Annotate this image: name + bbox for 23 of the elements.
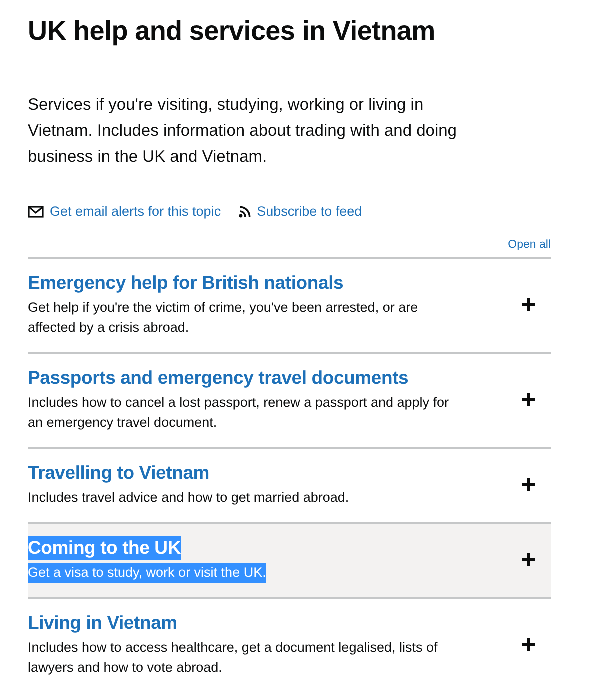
subscribe-feed-link[interactable]: Subscribe to feed (239, 204, 362, 219)
accordion-section[interactable]: Coming to the UK Get a visa to study, work or visit the UK. (28, 522, 551, 597)
section-heading[interactable]: Travelling to Vietnam (28, 461, 210, 485)
plus-icon[interactable] (522, 638, 535, 651)
section-heading[interactable]: Coming to the UK (28, 536, 182, 560)
section-summary: Get help if you're the victim of crime, you've been arrested, or are affected by a crisis abroad. (28, 299, 420, 337)
page-description: Services if you're visiting, studying, working or living in Vietnam. Includes information about trading with and doing business in the UK and Vietnam. (28, 95, 458, 168)
page-title: UK help and services in Vietnam (28, 15, 436, 48)
open-all-link[interactable]: Open all (508, 239, 551, 251)
section-heading[interactable]: Passports and emergency travel documents (28, 366, 409, 390)
section-heading[interactable]: Living in Vietnam (28, 611, 178, 635)
section-summary: Includes how to access healthcare, get a document legalised, lists of lawyers and how to vote abroad. (28, 639, 439, 677)
section-heading[interactable]: Emergency help for British nationals (28, 271, 344, 295)
envelope-icon (28, 206, 44, 218)
email-alerts-link[interactable]: Get email alerts for this topic (28, 204, 222, 219)
plus-icon[interactable] (522, 393, 535, 406)
section-summary: Get a visa to study, work or visit the UK. (28, 563, 266, 583)
plus-icon[interactable] (522, 478, 535, 491)
section-summary: Includes how to cancel a lost passport, renew a passport and apply for an emergency travel document. (28, 394, 450, 432)
plus-icon[interactable] (522, 298, 535, 311)
plus-icon[interactable] (522, 553, 535, 566)
rss-feed-icon (239, 206, 252, 218)
section-summary: Includes travel advice and how to get married abroad. (28, 489, 350, 507)
